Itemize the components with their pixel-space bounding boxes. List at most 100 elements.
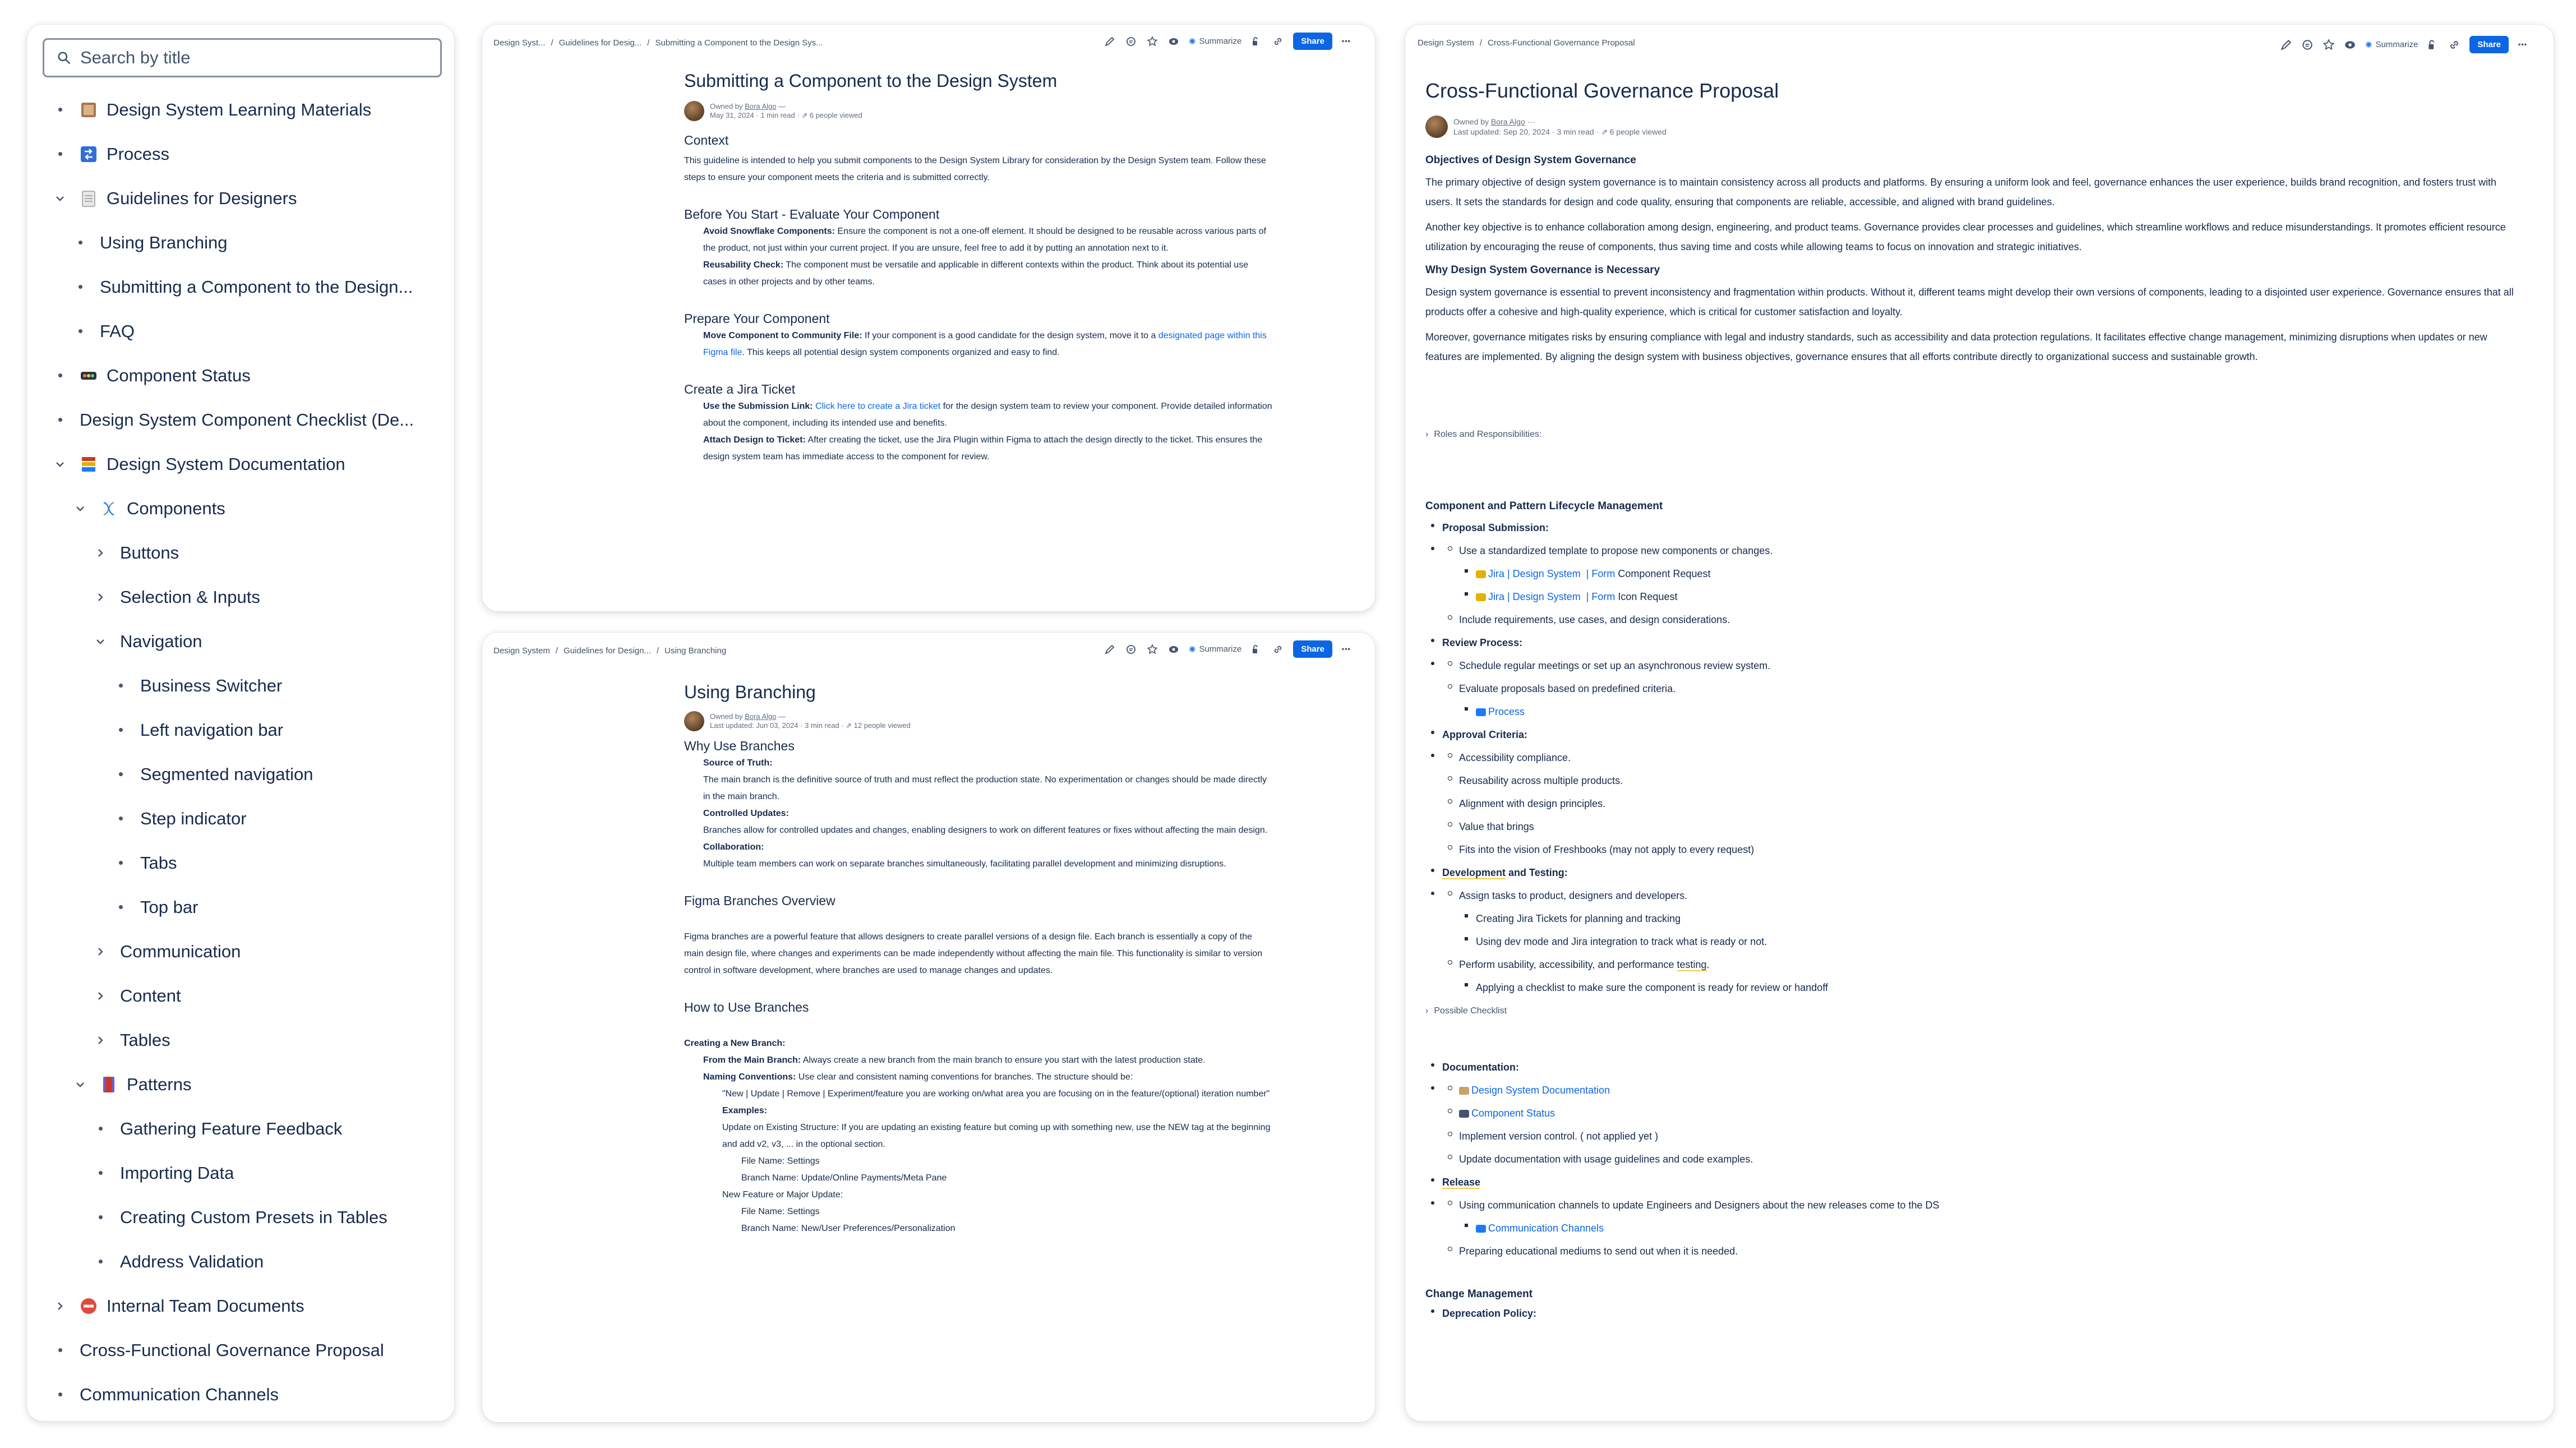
breadcrumb-item[interactable]: Design Syst...: [493, 38, 546, 48]
checklist-expand[interactable]: › Possible Checklist: [1425, 999, 2524, 1022]
breadcrumb-item[interactable]: Guidelines for Desig...: [559, 38, 642, 48]
chevron-right-icon[interactable]: [91, 986, 110, 1006]
sidebar-item[interactable]: Gathering Feature Feedback: [27, 1106, 454, 1151]
owner-more[interactable]: ···: [1527, 117, 1535, 126]
section-heading: Figma Branches Overview: [684, 893, 835, 908]
breadcrumb-item[interactable]: Cross-Functional Governance Proposal: [1488, 38, 1635, 48]
owner-link[interactable]: Bora Algo: [1491, 117, 1525, 126]
sidebar-item[interactable]: Guidelines for Designers: [27, 176, 454, 220]
owner-link[interactable]: Bora Algo: [745, 712, 776, 721]
component-status-link[interactable]: Component Status: [1471, 1108, 1555, 1119]
watch-icon[interactable]: [1167, 643, 1180, 656]
sidebar-item[interactable]: Left navigation bar: [27, 708, 454, 752]
sidebar-item[interactable]: Business Switcher: [27, 663, 454, 708]
edit-icon[interactable]: [2280, 39, 2292, 51]
process-link[interactable]: Process: [1488, 706, 1525, 717]
more-icon[interactable]: ···: [2518, 38, 2528, 52]
sidebar-item[interactable]: Selection & Inputs: [27, 575, 454, 619]
sidebar-item[interactable]: Process: [27, 132, 454, 176]
sidebar-item[interactable]: FAQ: [27, 309, 454, 353]
sidebar-item[interactable]: Creating Custom Presets in Tables: [27, 1195, 454, 1239]
restrictions-icon[interactable]: [2427, 39, 2439, 51]
summarize-button[interactable]: ✺ Summarize: [1189, 644, 1241, 654]
jira-ticket-link[interactable]: Click here to create a Jira ticket: [815, 402, 940, 411]
sidebar-item-label: Top bar: [140, 897, 198, 917]
avatar[interactable]: [1425, 116, 1448, 138]
chevron-right-icon[interactable]: [50, 1297, 70, 1316]
sidebar-item[interactable]: Submitting a Component to the Design...: [27, 265, 454, 309]
restrictions-icon[interactable]: [1250, 35, 1263, 48]
link-icon[interactable]: [1272, 35, 1284, 48]
sidebar-item[interactable]: Segmented navigation: [27, 752, 454, 796]
sidebar-item[interactable]: Navigation: [27, 619, 454, 663]
watch-icon[interactable]: [2344, 39, 2356, 51]
documentation-link[interactable]: Design System Documentation: [1471, 1085, 1610, 1096]
bullet-icon: [91, 1119, 110, 1138]
sidebar-item[interactable]: Design System Learning Materials: [27, 87, 454, 132]
breadcrumb: Design System / Cross-Functional Governanc…: [1418, 38, 1635, 48]
chevron-down-icon[interactable]: [50, 455, 70, 474]
chevron-down-icon[interactable]: [71, 1075, 90, 1094]
sidebar-item[interactable]: Tabs: [27, 841, 454, 885]
summarize-button[interactable]: ✺ Summarize: [2365, 40, 2418, 50]
sidebar-item[interactable]: Internal Team Documents: [27, 1284, 454, 1328]
sidebar-item[interactable]: Importing Data: [27, 1151, 454, 1195]
sidebar-item-label: Using Branching: [100, 232, 228, 252]
star-icon[interactable]: [1146, 643, 1158, 656]
communication-channels-link[interactable]: Communication Channels: [1488, 1223, 1604, 1234]
avatar[interactable]: [684, 711, 704, 731]
sidebar-item[interactable]: Patterns: [27, 1062, 454, 1106]
sidebar-item[interactable]: Components: [27, 486, 454, 531]
breadcrumb-item[interactable]: Design System: [493, 646, 550, 656]
breadcrumb-item[interactable]: Using Branching: [664, 646, 726, 656]
chevron-down-icon[interactable]: [50, 189, 70, 208]
jira-form-link[interactable]: Jira | Design System | Form: [1488, 591, 1615, 602]
sidebar-item[interactable]: Cross-Functional Governance Proposal: [27, 1328, 454, 1372]
sidebar-item[interactable]: Top bar: [27, 885, 454, 929]
sidebar-item[interactable]: Content: [27, 974, 454, 1018]
chevron-right-icon[interactable]: [91, 543, 110, 562]
star-icon[interactable]: [1146, 35, 1158, 48]
sidebar-item[interactable]: Communication: [27, 929, 454, 974]
share-button[interactable]: Share: [1293, 640, 1333, 658]
comment-icon[interactable]: [1125, 35, 1137, 48]
link-icon[interactable]: [2448, 39, 2460, 51]
sidebar-item[interactable]: Design System Component Checklist (De...: [27, 398, 454, 442]
avatar[interactable]: [684, 101, 704, 121]
page-toolbar: ✺ Summarize Share ···: [2280, 36, 2528, 53]
jira-form-link[interactable]: Jira | Design System | Form: [1488, 568, 1615, 579]
chevron-right-icon[interactable]: [91, 942, 110, 961]
comment-icon[interactable]: [2301, 39, 2314, 51]
comment-icon[interactable]: [1125, 643, 1137, 656]
sidebar-item[interactable]: Using Branching: [27, 220, 454, 265]
breadcrumb-item[interactable]: Submitting a Component to the Design Sys…: [655, 38, 823, 48]
edit-icon[interactable]: [1104, 35, 1116, 48]
share-button[interactable]: Share: [1293, 33, 1333, 50]
chevron-right-icon[interactable]: [91, 1031, 110, 1050]
edit-icon[interactable]: [1104, 643, 1116, 656]
sidebar-item[interactable]: Design System Documentation: [27, 442, 454, 486]
roles-expand[interactable]: › Roles and Responsibilities:: [1425, 423, 2524, 446]
sidebar-item[interactable]: Buttons: [27, 531, 454, 575]
breadcrumb-item[interactable]: Design System: [1418, 38, 1474, 48]
chevron-down-icon[interactable]: [71, 499, 90, 518]
chevron-down-icon[interactable]: [91, 632, 110, 651]
sidebar-item[interactable]: Address Validation: [27, 1239, 454, 1284]
star-icon[interactable]: [2323, 38, 2335, 51]
chevron-right-icon[interactable]: [91, 588, 110, 607]
sidebar-item[interactable]: Tables: [27, 1018, 454, 1062]
sidebar-item[interactable]: Communication Channels: [27, 1372, 454, 1417]
share-button[interactable]: Share: [2469, 36, 2509, 53]
breadcrumb-item[interactable]: Guidelines for Design...: [564, 646, 651, 656]
owner-link[interactable]: Bora Algo: [745, 102, 776, 110]
list-item: Preparing educational mediums to send ou…: [1425, 1240, 2524, 1263]
restrictions-icon[interactable]: [1250, 643, 1263, 656]
watch-icon[interactable]: [1167, 35, 1180, 48]
link-icon[interactable]: [1272, 643, 1284, 656]
more-icon[interactable]: ···: [1341, 34, 1351, 49]
sidebar-item[interactable]: Component Status: [27, 353, 454, 398]
search-input[interactable]: Search by title: [43, 38, 442, 77]
summarize-button[interactable]: ✺ Summarize: [1189, 36, 1241, 47]
sidebar-item[interactable]: Step indicator: [27, 796, 454, 841]
more-icon[interactable]: ···: [1341, 642, 1351, 657]
